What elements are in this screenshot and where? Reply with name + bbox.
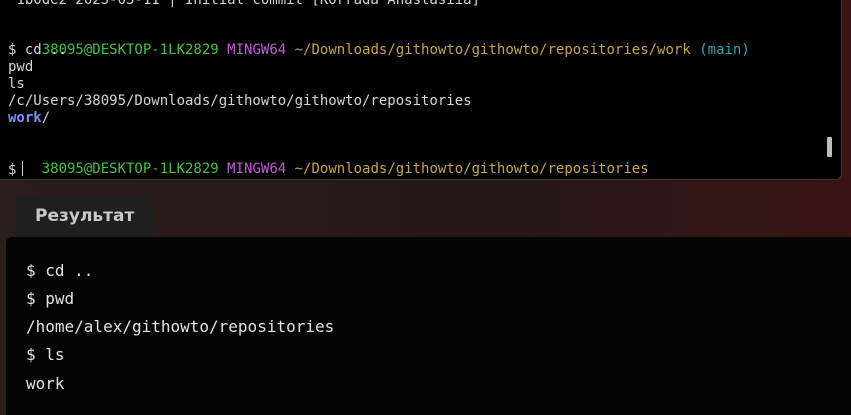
- prompt-user-host: 38095@DESKTOP-1LK2829: [41, 161, 219, 177]
- terminal-command-line: pwd: [8, 59, 34, 75]
- result-line: $ cd ..: [26, 261, 94, 280]
- directory-suffix: /: [41, 110, 51, 126]
- terminal-partial-log-line: 1b0de2 2025-03-11 | Initial commit [Korr…: [8, 0, 481, 8]
- text-cursor: [22, 161, 24, 176]
- terminal-prompt-line: 38095@DESKTOP-1LK2829 MINGW64 ~/Download…: [8, 25, 750, 58]
- prompt-user-host: 38095@DESKTOP-1LK2829: [41, 42, 219, 58]
- terminal-output-line: /c/Users/38095/Downloads/githowto/githow…: [8, 93, 472, 109]
- prompt-path: ~/Downloads/githowto/githowto/repositori…: [294, 42, 691, 58]
- prompt-path: ~/Downloads/githowto/githowto/repositori…: [294, 161, 649, 177]
- result-line: work: [26, 374, 65, 393]
- terminal-command-line: $ cd ..: [8, 42, 68, 58]
- tab-result-label: Результат: [35, 206, 135, 226]
- prompt-branch: (main): [699, 42, 750, 58]
- terminal-window[interactable]: 1b0de2 2025-03-11 | Initial commit [Korr…: [0, 0, 842, 180]
- terminal-prompt-line: 38095@DESKTOP-1LK2829 MINGW64 ~/Download…: [8, 144, 649, 177]
- terminal-input-line[interactable]: $: [8, 161, 24, 178]
- result-line: $ pwd: [26, 289, 75, 308]
- terminal-scrollbar-thumb[interactable]: [827, 137, 832, 157]
- terminal-command-line: ls: [8, 76, 25, 92]
- prompt-shell: MINGW64: [227, 42, 287, 58]
- prompt-symbol: $: [8, 162, 17, 178]
- result-line: $ ls: [26, 345, 65, 364]
- result-line: /home/alex/githowto/repositories: [26, 317, 335, 336]
- terminal-output-line: work/: [8, 110, 50, 127]
- directory-name: work: [8, 110, 42, 126]
- prompt-shell: MINGW64: [227, 161, 287, 177]
